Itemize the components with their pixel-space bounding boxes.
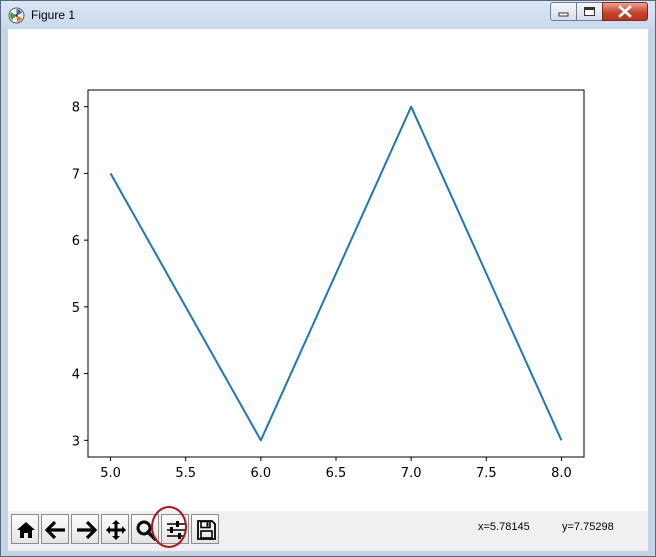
close-button[interactable]	[602, 2, 648, 21]
arrow-left-icon	[45, 520, 65, 540]
matplotlib-logo-icon	[8, 7, 25, 24]
maximize-icon	[584, 7, 595, 16]
x-tick-label: 6.0	[251, 466, 272, 481]
line-chart: 3 4 5 6 7 8 5.0 5.5 6.0 6.5 7.0 7.5 8.0	[72, 89, 585, 481]
home-icon	[17, 522, 35, 538]
maximize-button[interactable]	[576, 2, 603, 21]
cursor-y-readout: y=7.75298	[562, 521, 614, 533]
x-tick-label: 7.5	[476, 466, 497, 481]
figure-canvas[interactable]: 3 4 5 6 7 8 5.0 5.5 6.0 6.5 7.0 7.5 8.0	[8, 29, 648, 551]
minimize-icon	[558, 12, 569, 17]
y-tick-label: 7	[72, 167, 80, 182]
x-tick-label: 5.0	[100, 466, 121, 481]
title-bar[interactable]: Figure 1	[1, 1, 655, 29]
arrow-right-icon	[77, 520, 97, 540]
y-tick-label: 4	[72, 368, 80, 383]
y-tick-label: 8	[72, 101, 80, 116]
x-tick-label: 7.0	[401, 466, 422, 481]
x-tick-label: 5.5	[175, 466, 196, 481]
floppy-disk-icon	[197, 520, 216, 540]
minimize-button[interactable]	[550, 2, 577, 21]
pan-button[interactable]	[101, 514, 129, 544]
x-tick-label: 6.5	[326, 466, 347, 481]
window-title: Figure 1	[31, 8, 76, 22]
x-tick-label: 8.0	[551, 466, 572, 481]
cursor-x-readout: x=5.78145	[478, 521, 530, 533]
figure-window: Figure 1 3 4 5 6 7 8 5.0 5.5 6.0 6.5 7.0 7.5 8.0	[0, 0, 656, 557]
y-tick-label: 6	[72, 234, 80, 249]
y-tick-label: 5	[72, 301, 80, 316]
y-tick-label: 3	[72, 434, 80, 449]
forward-button[interactable]	[71, 514, 99, 544]
save-button[interactable]	[191, 514, 219, 544]
home-button[interactable]	[11, 514, 39, 544]
navigation-toolbar	[8, 511, 648, 551]
move-icon	[106, 520, 126, 540]
series-line	[109, 105, 563, 442]
back-button[interactable]	[41, 514, 69, 544]
close-icon	[618, 5, 632, 18]
highlight-annotation-ring	[151, 506, 187, 548]
